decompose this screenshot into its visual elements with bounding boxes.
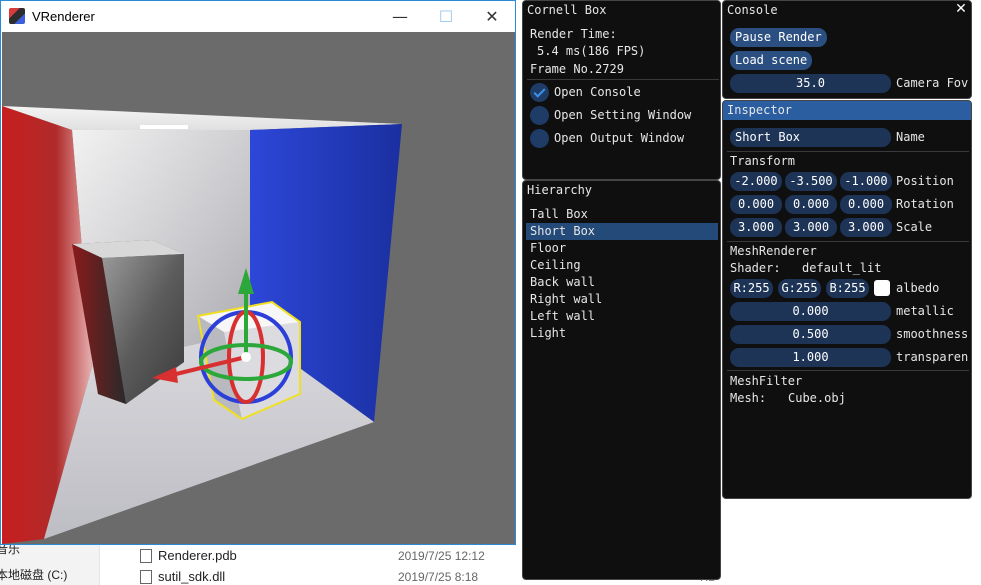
position-label: Position xyxy=(896,174,954,188)
scale-label: Scale xyxy=(896,220,933,234)
transparency-slider[interactable]: 1.000 xyxy=(730,348,891,367)
file-row-renderer-pdb[interactable]: Renderer.pdb xyxy=(140,548,237,563)
mesh-filter-header: MeshFilter xyxy=(730,374,803,388)
file-name: sutil_sdk.dll xyxy=(158,569,226,584)
smoothness-slider[interactable]: 0.500 xyxy=(730,325,891,344)
camera-fov-slider[interactable]: 35.0 xyxy=(730,74,891,93)
scale-y-field[interactable]: 3.000 xyxy=(785,218,837,237)
cornell-box-title[interactable]: Cornell Box xyxy=(523,1,720,20)
shader-value: default_lit xyxy=(802,261,882,275)
metallic-slider[interactable]: 0.000 xyxy=(730,302,891,321)
console-title[interactable]: Console xyxy=(723,1,971,20)
separator xyxy=(727,370,969,371)
load-scene-button[interactable]: Load scene xyxy=(730,51,813,70)
albedo-g-field[interactable]: G:255 xyxy=(778,279,821,298)
hierarchy-panel: Hierarchy Tall Box Short Box Floor Ceili… xyxy=(522,180,721,580)
open-setting-window-label[interactable]: Open Setting Window xyxy=(554,108,691,122)
open-console-checkbox[interactable] xyxy=(530,83,549,102)
open-output-window-checkbox[interactable] xyxy=(530,129,549,148)
checkmark-icon xyxy=(533,85,546,98)
console-panel: Console ✕ Pause Render Load scene 35.0 C… xyxy=(722,0,972,99)
transparency-label: transparen xyxy=(896,350,969,364)
maximize-button[interactable]: ☐ xyxy=(423,1,469,31)
shader-label: Shader: xyxy=(730,261,781,275)
file-icon xyxy=(140,569,152,584)
hierarchy-item-light[interactable]: Light xyxy=(526,325,718,342)
rotation-z-field[interactable]: 0.000 xyxy=(840,195,892,214)
metallic-label: metallic xyxy=(896,304,954,318)
separator xyxy=(727,241,969,242)
hierarchy-item-floor[interactable]: Floor xyxy=(526,240,718,257)
window-title: VRenderer xyxy=(32,8,95,24)
file-icon xyxy=(140,548,152,563)
hierarchy-item-tall-box[interactable]: Tall Box xyxy=(526,206,718,223)
hierarchy-item-right-wall[interactable]: Right wall xyxy=(526,291,718,308)
transform-header: Transform xyxy=(730,154,796,168)
pause-render-button[interactable]: Pause Render xyxy=(730,28,827,47)
hierarchy-item-short-box[interactable]: Short Box xyxy=(526,223,718,240)
cornell-box-panel: Cornell Box Render Time: 5.4 ms(186 FPS)… xyxy=(522,0,721,180)
inspector-title[interactable]: Inspector xyxy=(723,101,971,120)
rotation-x-field[interactable]: 0.000 xyxy=(730,195,782,214)
albedo-color-swatch[interactable] xyxy=(874,280,890,296)
open-output-window-label[interactable]: Open Output Window xyxy=(554,131,684,145)
cornell-box-render xyxy=(2,32,515,544)
rotation-label: Rotation xyxy=(896,197,954,211)
frame-number: Frame No.2729 xyxy=(530,62,624,76)
mesh-renderer-header: MeshRenderer xyxy=(730,244,817,258)
minimize-button[interactable]: — xyxy=(377,1,423,31)
hierarchy-item-ceiling[interactable]: Ceiling xyxy=(526,257,718,274)
albedo-b-field[interactable]: B:255 xyxy=(826,279,869,298)
open-setting-window-checkbox[interactable] xyxy=(530,106,549,125)
vrenderer-window: VRenderer — ☐ ✕ xyxy=(0,0,516,545)
inspector-panel: Inspector Short Box Name Transform -2.00… xyxy=(722,100,972,499)
position-z-field[interactable]: -1.000 xyxy=(840,172,892,191)
file-name: Renderer.pdb xyxy=(158,548,237,563)
hierarchy-item-back-wall[interactable]: Back wall xyxy=(526,274,718,291)
mesh-value: Cube.obj xyxy=(788,391,846,405)
albedo-r-field[interactable]: R:255 xyxy=(730,279,773,298)
open-console-label[interactable]: Open Console xyxy=(554,85,641,99)
scale-z-field[interactable]: 3.000 xyxy=(840,218,892,237)
hierarchy-title[interactable]: Hierarchy xyxy=(523,181,720,200)
app-icon xyxy=(9,8,25,24)
name-label: Name xyxy=(896,130,925,144)
smoothness-label: smoothness xyxy=(896,327,969,341)
position-y-field[interactable]: -3.500 xyxy=(785,172,837,191)
file-date: 2019/7/25 8:18 xyxy=(398,570,479,584)
close-icon[interactable]: ✕ xyxy=(954,2,968,16)
close-button[interactable]: ✕ xyxy=(469,1,515,31)
hierarchy-item-left-wall[interactable]: Left wall xyxy=(526,308,718,325)
file-date: 2019/7/25 12:12 xyxy=(398,549,485,563)
render-viewport[interactable] xyxy=(2,32,515,544)
camera-fov-label: Camera Fov xyxy=(896,76,969,90)
render-time-value: 5.4 ms(186 FPS) xyxy=(537,44,646,58)
nav-item-local-disk[interactable]: 本地磁盘 (C:) xyxy=(0,566,67,583)
separator xyxy=(727,151,969,152)
separator xyxy=(527,79,719,80)
rotation-y-field[interactable]: 0.000 xyxy=(785,195,837,214)
render-time-label: Render Time: xyxy=(530,27,617,41)
mesh-label: Mesh: xyxy=(730,391,767,405)
object-name-input[interactable]: Short Box xyxy=(730,128,891,147)
file-row-sutil-sdk-dll[interactable]: sutil_sdk.dll xyxy=(140,569,225,584)
albedo-label: albedo xyxy=(896,281,940,295)
scale-x-field[interactable]: 3.000 xyxy=(730,218,782,237)
position-x-field[interactable]: -2.000 xyxy=(730,172,782,191)
window-titlebar[interactable]: VRenderer — ☐ ✕ xyxy=(1,1,515,31)
